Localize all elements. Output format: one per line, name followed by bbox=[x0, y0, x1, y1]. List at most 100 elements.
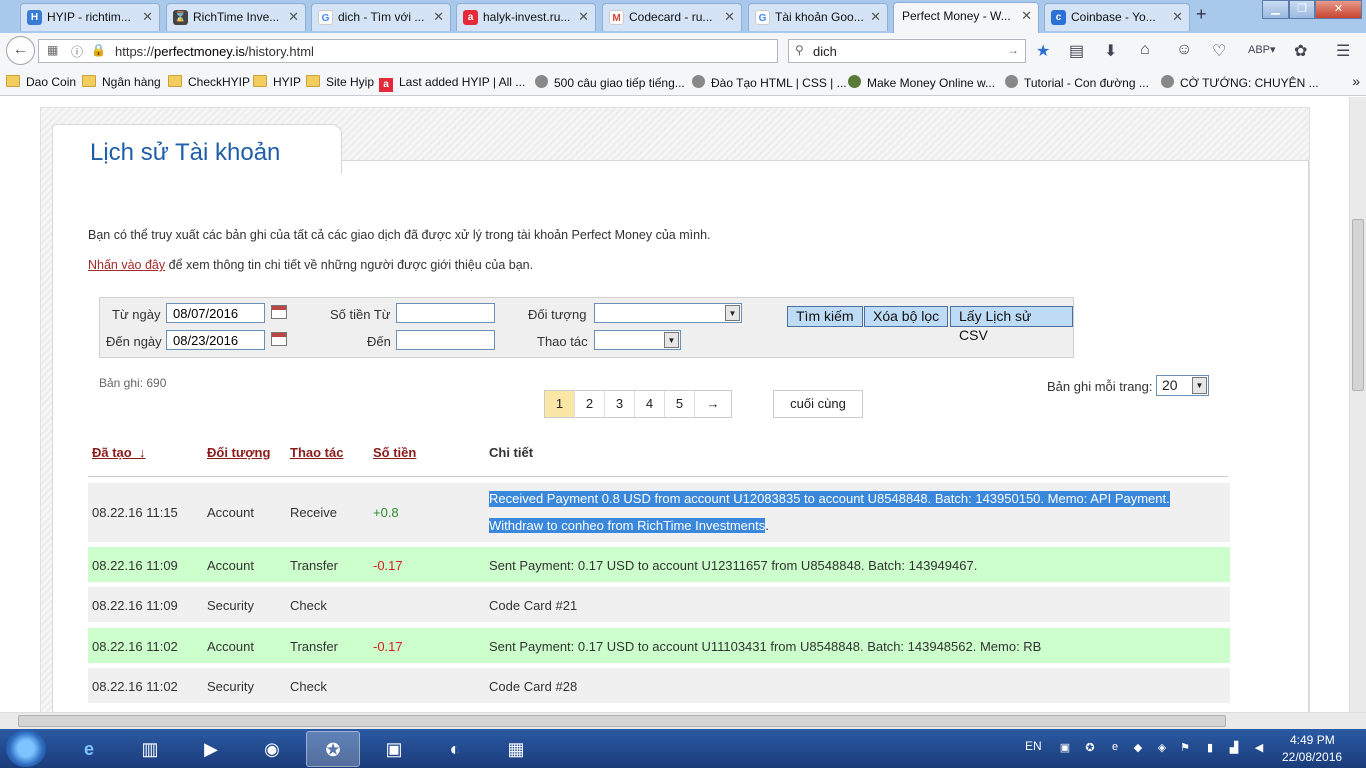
bookmark-folder[interactable]: HYIP bbox=[253, 75, 301, 89]
horizontal-scrollbar[interactable] bbox=[0, 712, 1366, 729]
info-icon[interactable]: ⓘ bbox=[71, 43, 83, 60]
bookmark-link[interactable]: Đào Tạo HTML | CSS | ... bbox=[692, 75, 847, 90]
referral-link[interactable]: Nhấn vào đây bbox=[88, 258, 165, 272]
bookmark-folder[interactable]: Dao Coin bbox=[6, 75, 76, 89]
scrollbar-thumb[interactable] bbox=[1352, 219, 1364, 391]
browser-tab[interactable]: c Coinbase - Yo... ✕ bbox=[1044, 3, 1190, 31]
browser-tab[interactable]: G Tài khoản Goo... ✕ bbox=[748, 3, 888, 31]
pocket-icon[interactable]: ♡ bbox=[1212, 41, 1226, 61]
extension-icon[interactable]: ✿ bbox=[1294, 41, 1307, 61]
calculator-icon[interactable]: ▦ bbox=[489, 731, 543, 767]
sort-amount-link[interactable]: Số tiền bbox=[373, 445, 416, 460]
browser-tab[interactable]: ⌛ RichTime Inve... ✕ bbox=[166, 3, 306, 31]
browser-tab-bar: H HYIP - richtim... ✕ ⌛ RichTime Inve...… bbox=[0, 0, 1366, 33]
tab-close-icon[interactable]: ✕ bbox=[433, 4, 444, 30]
tray-app-icon[interactable]: ▣ bbox=[1058, 741, 1072, 755]
bookmark-folder[interactable]: CheckHYIP bbox=[168, 75, 250, 89]
tray-app-icon[interactable]: e bbox=[1108, 741, 1122, 755]
clock-date[interactable]: 22/08/2016 bbox=[1282, 750, 1342, 764]
object-select[interactable]: ▼ bbox=[594, 303, 742, 323]
page-link-4[interactable]: 4 bbox=[635, 391, 665, 417]
page-title: Lịch sử Tài khoản bbox=[90, 139, 281, 166]
url-bar[interactable]: ▦ ⓘ 🔒 https://perfectmoney.is/history.ht… bbox=[38, 39, 806, 63]
signal-icon[interactable]: ▟ bbox=[1227, 741, 1241, 755]
browser-tab[interactable]: a halyk-invest.ru... ✕ bbox=[456, 3, 596, 31]
download-icon[interactable]: ⬇ bbox=[1104, 41, 1117, 61]
tab-close-icon[interactable]: ✕ bbox=[724, 4, 735, 30]
bookmark-star-icon[interactable]: ★ bbox=[1036, 41, 1050, 61]
page-link-5[interactable]: 5 bbox=[665, 391, 695, 417]
to-date-field[interactable] bbox=[166, 330, 265, 350]
bookmark-link[interactable]: Make Money Online w... bbox=[848, 75, 995, 90]
reading-list-icon[interactable]: ▤ bbox=[1069, 41, 1084, 61]
back-icon[interactable]: ← bbox=[6, 36, 35, 65]
sort-action-link[interactable]: Thao tác bbox=[290, 445, 343, 460]
amount-from-field[interactable] bbox=[396, 303, 495, 323]
sort-created-link[interactable]: Đã tạo_↓ bbox=[92, 445, 145, 460]
tab-close-icon[interactable]: ✕ bbox=[870, 4, 881, 30]
language-indicator[interactable]: EN bbox=[1025, 739, 1042, 753]
scrollbar-thumb[interactable] bbox=[18, 715, 1226, 727]
network-icon[interactable]: ▮ bbox=[1203, 741, 1217, 755]
calendar-icon[interactable] bbox=[271, 332, 287, 346]
menu-icon[interactable]: ☰ bbox=[1336, 41, 1350, 61]
bookmark-link[interactable]: CỜ TƯỚNG: CHUYÊN ... bbox=[1161, 75, 1319, 90]
start-button[interactable] bbox=[6, 730, 46, 767]
media-player-icon[interactable]: ▶ bbox=[184, 731, 238, 767]
browser-tab[interactable]: G dich - Tìm với ... ✕ bbox=[311, 3, 451, 31]
ccleaner-icon[interactable]: ◐ bbox=[428, 731, 482, 767]
minimize-icon[interactable]: ▁ bbox=[1262, 0, 1289, 19]
bookmarks-overflow-icon[interactable]: » bbox=[1352, 73, 1360, 89]
tray-app-icon[interactable]: ◈ bbox=[1155, 741, 1169, 755]
new-tab-icon[interactable]: + bbox=[1196, 4, 1207, 25]
per-page-select[interactable]: 20 ▼ bbox=[1156, 375, 1209, 396]
page-link-3[interactable]: 3 bbox=[605, 391, 635, 417]
maximize-icon[interactable]: ❐ bbox=[1289, 0, 1315, 19]
csv-export-button[interactable]: Lấy Lịch sử CSV bbox=[950, 306, 1073, 343]
vertical-scrollbar[interactable] bbox=[1349, 97, 1366, 712]
last-page-button[interactable]: cuối cùng bbox=[773, 390, 863, 418]
action-center-icon[interactable]: ⚑ bbox=[1178, 741, 1192, 755]
calendar-icon[interactable] bbox=[271, 305, 287, 319]
firefox-icon[interactable]: ✪ bbox=[306, 731, 360, 767]
unikey-icon[interactable]: ▣ bbox=[367, 731, 421, 767]
tab-close-icon[interactable]: ✕ bbox=[142, 4, 153, 30]
bookmark-link[interactable]: 500 câu giao tiếp tiếng... bbox=[535, 75, 685, 90]
clock-time[interactable]: 4:49 PM bbox=[1290, 733, 1335, 747]
chat-icon[interactable]: ☺ bbox=[1176, 41, 1192, 59]
shield-icon[interactable]: ◆ bbox=[1131, 741, 1145, 755]
bookmark-folder[interactable]: Ngân hàng bbox=[82, 75, 161, 89]
page-link-2[interactable]: 2 bbox=[575, 391, 605, 417]
file-explorer-icon[interactable]: ▥ bbox=[123, 731, 177, 767]
page-link-1[interactable]: 1 bbox=[545, 391, 575, 417]
from-date-field[interactable] bbox=[166, 303, 265, 323]
row-date: 08.22.16 11:02 bbox=[92, 639, 178, 654]
bookmark-link[interactable]: Tutorial - Con đường ... bbox=[1005, 75, 1149, 90]
tab-close-icon[interactable]: ✕ bbox=[288, 4, 299, 30]
clear-filter-button[interactable]: Xóa bộ lọc bbox=[864, 306, 949, 327]
tab-close-icon[interactable]: ✕ bbox=[1172, 4, 1183, 30]
browser-tab[interactable]: H HYIP - richtim... ✕ bbox=[20, 3, 160, 31]
sort-object-link[interactable]: Đối tượng bbox=[207, 445, 270, 460]
tray-app-icon[interactable]: ✪ bbox=[1083, 741, 1097, 755]
internet-explorer-icon[interactable]: e bbox=[62, 731, 116, 767]
tab-close-icon[interactable]: ✕ bbox=[1021, 3, 1032, 29]
bookmark-folder[interactable]: Site Hyip bbox=[306, 75, 374, 89]
search-input[interactable]: ⚲ dich → bbox=[788, 39, 1026, 63]
row-detail: Received Payment 0.8 USD from account U1… bbox=[489, 491, 1170, 507]
browser-tab[interactable]: M Codecard - ru... ✕ bbox=[602, 3, 742, 31]
browser-tab-active[interactable]: Perfect Money - W... ✕ bbox=[893, 2, 1039, 33]
chrome-icon[interactable]: ◉ bbox=[245, 731, 299, 767]
window-close-icon[interactable]: ✕ bbox=[1315, 0, 1362, 19]
home-icon[interactable]: ⌂ bbox=[1140, 41, 1150, 59]
search-button[interactable]: Tìm kiếm bbox=[787, 306, 863, 327]
tab-close-icon[interactable]: ✕ bbox=[578, 4, 589, 30]
volume-icon[interactable]: ◀ bbox=[1252, 741, 1266, 755]
adblock-icon[interactable]: ABP▾ bbox=[1248, 43, 1276, 56]
action-select[interactable]: ▼ bbox=[594, 330, 681, 350]
search-go-icon[interactable]: → bbox=[1007, 43, 1019, 57]
history-icon[interactable]: ▦ bbox=[47, 43, 58, 57]
bookmark-link[interactable]: a Last added HYIP | All ... bbox=[379, 75, 525, 92]
amount-to-field[interactable] bbox=[396, 330, 495, 350]
next-page-button[interactable]: → bbox=[695, 391, 731, 417]
